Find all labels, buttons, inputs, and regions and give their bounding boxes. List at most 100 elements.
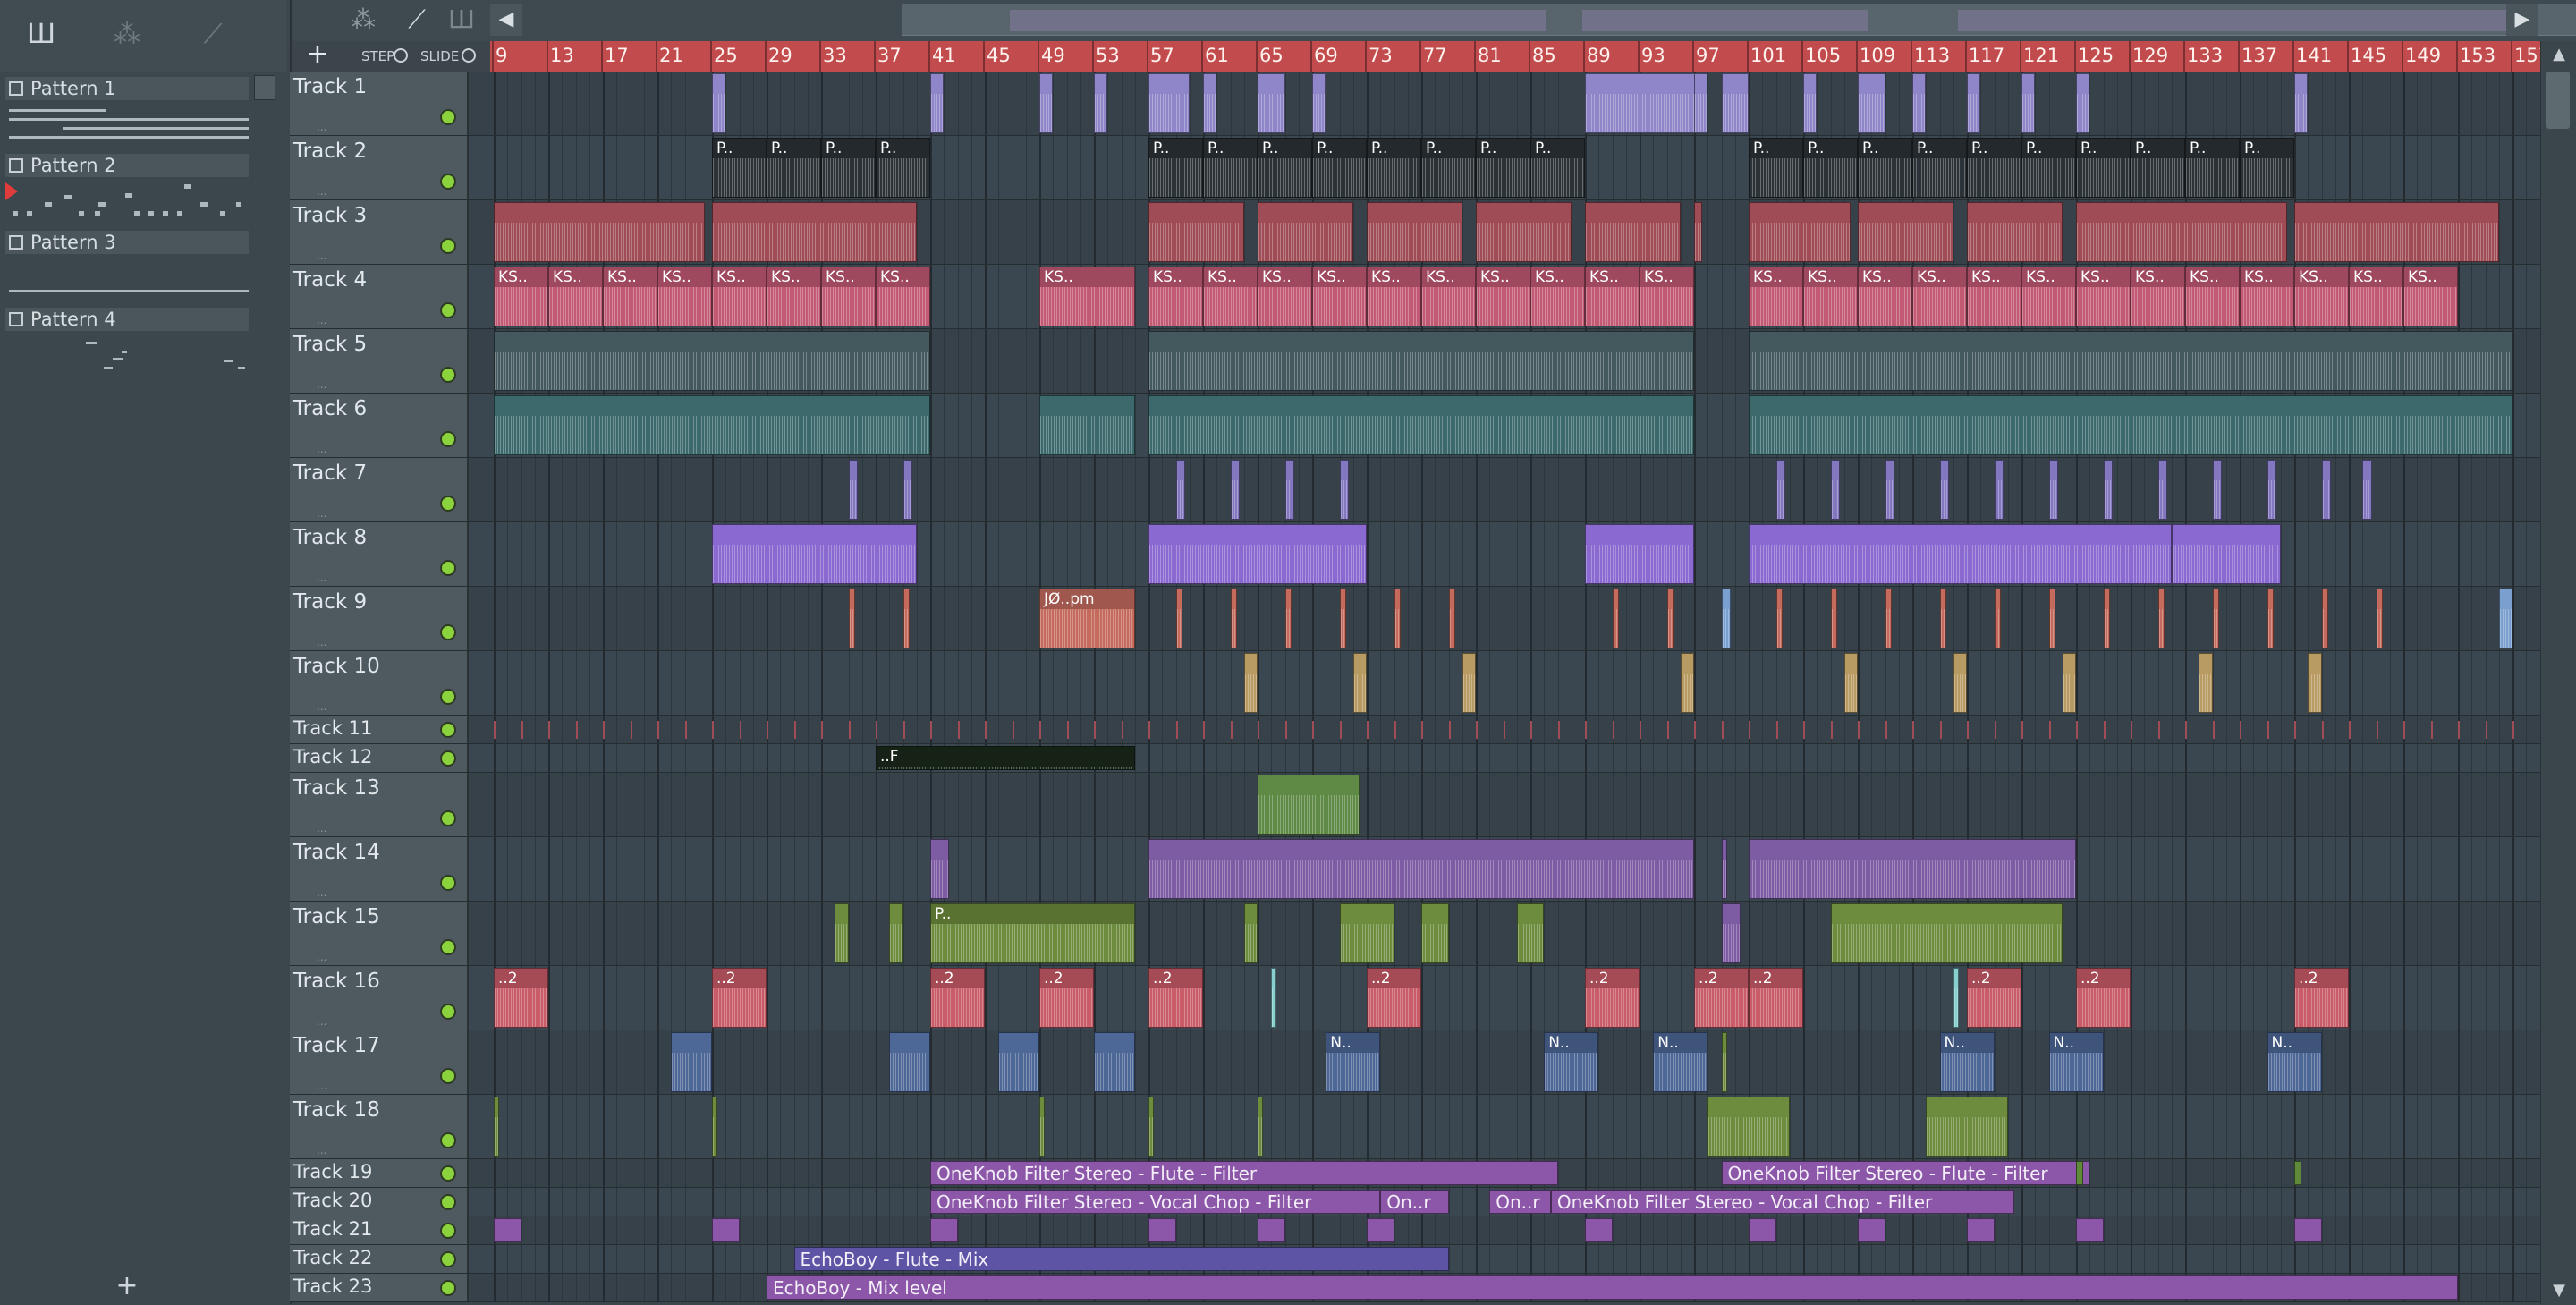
pattern-clip[interactable] (1243, 903, 1258, 963)
scroll-left-button[interactable]: ◀ (490, 4, 522, 36)
pattern-clip[interactable]: P.. (930, 903, 1135, 963)
track-lane[interactable] (469, 394, 2540, 457)
pattern-clip[interactable]: KS.. (2240, 267, 2294, 326)
pattern-clip[interactable]: P.. (1258, 138, 1312, 198)
automation-clip[interactable] (1858, 1218, 1885, 1242)
track-mute-led[interactable] (440, 238, 456, 254)
timeline-ruler[interactable]: 9 13 17 21 25 29 33 37 41 45 49 53 57 61 65 69 73 77 81 85 8… (490, 41, 2540, 72)
pattern-clip[interactable]: KS.. (876, 267, 930, 326)
automation-clip[interactable]: On..r (1489, 1190, 1551, 1214)
pattern-clip[interactable] (1680, 653, 1694, 713)
pattern-clip[interactable]: KS.. (1585, 267, 1640, 326)
pattern-clip[interactable] (1367, 202, 1462, 262)
track-header[interactable]: Track 3... (290, 200, 469, 264)
pattern-clip[interactable] (1476, 202, 1572, 262)
pattern-clip[interactable] (1312, 73, 1326, 133)
track-lane[interactable]: EchoBoy - Mix level (469, 1274, 2540, 1301)
pattern-clip[interactable] (494, 202, 706, 262)
pattern-clip[interactable] (1258, 775, 1360, 835)
track-mute-led[interactable] (440, 939, 456, 955)
pattern-clip[interactable] (1421, 903, 1449, 963)
pattern-clip[interactable] (2376, 589, 2384, 648)
track-lane[interactable] (469, 458, 2540, 521)
track-lane[interactable] (469, 837, 2540, 901)
pattern-clip[interactable]: ..2 (1367, 968, 1421, 1028)
pattern-clip[interactable] (2199, 653, 2213, 713)
pattern-clip[interactable]: KS.. (2131, 267, 2185, 326)
pattern-clip[interactable]: ..2 (494, 968, 548, 1028)
pattern-clip[interactable] (889, 903, 903, 963)
pattern-clip[interactable]: P.. (2021, 138, 2076, 198)
track-lane[interactable] (469, 522, 2540, 586)
pattern-clip[interactable]: P.. (1476, 138, 1530, 198)
pattern-clip[interactable] (1721, 903, 1741, 963)
pattern-clip[interactable] (1721, 589, 1732, 648)
scrollbar-thumb[interactable] (2546, 72, 2570, 129)
pattern-clip[interactable] (1148, 839, 1694, 899)
track-header[interactable]: Track 14... (290, 837, 469, 901)
pattern-clip[interactable] (889, 1032, 930, 1092)
picker-scrollbar[interactable] (254, 75, 275, 100)
track-mute-led[interactable] (440, 1068, 456, 1084)
vertical-scrollbar[interactable]: ▲ ▼ (2540, 41, 2576, 1304)
pattern-clip[interactable] (1858, 73, 1885, 133)
pattern-clip[interactable]: P.. (1367, 138, 1421, 198)
pattern-clip[interactable] (2267, 589, 2275, 648)
track-lane[interactable]: P.. P.. P.. P.. P.. P.. P.. P.. P.. P.. P.. P.. P.. P… (469, 136, 2540, 199)
automation-clip[interactable]: OneKnob Filter Stereo - Flute - Filter (1721, 1161, 2090, 1185)
pattern-clip[interactable]: KS.. (1530, 267, 1585, 326)
track-mute-led[interactable] (440, 689, 456, 705)
pattern-clip[interactable]: ..2 (930, 968, 985, 1028)
track-lane[interactable] (469, 773, 2540, 836)
pattern-clip[interactable]: KS.. (657, 267, 712, 326)
pattern-clip[interactable] (2103, 460, 2114, 520)
scroll-up-icon[interactable]: ▲ (2541, 41, 2576, 68)
automation-clip[interactable] (494, 1218, 521, 1242)
pattern-clip[interactable]: ..F (876, 746, 1135, 770)
pattern-clip[interactable] (1148, 202, 1244, 262)
pattern-clip[interactable]: KS.. (1476, 267, 1530, 326)
pattern-clip[interactable] (1094, 1032, 1135, 1092)
pattern-clip[interactable] (1148, 331, 1694, 391)
track-mute-led[interactable] (440, 496, 456, 512)
pattern-clip[interactable]: P.. (1312, 138, 1367, 198)
pattern-clip[interactable]: ..2 (1148, 968, 1203, 1028)
track-mute-led[interactable] (440, 302, 456, 318)
automation-clip[interactable] (2076, 1218, 2104, 1242)
automation-clip[interactable]: OneKnob Filter Stereo - Flute - Filter (930, 1161, 1558, 1185)
pattern-clip[interactable]: KS.. (2185, 267, 2240, 326)
pattern-clip[interactable] (1749, 202, 1852, 262)
pattern-clip[interactable] (902, 589, 911, 648)
pattern-clip[interactable] (494, 395, 930, 455)
pattern-clip[interactable] (1749, 524, 2172, 584)
track-lane[interactable]: N.. N.. N.. N.. N.. N.. (469, 1030, 2540, 1094)
pattern-clip[interactable] (1803, 73, 1818, 133)
track-mute-led[interactable] (440, 109, 456, 125)
pattern-clip[interactable]: JØ..pm (1039, 589, 1135, 648)
pattern-clip[interactable]: ..2 (1039, 968, 1094, 1028)
pattern-clip[interactable] (1967, 73, 1981, 133)
pattern-clip[interactable] (1694, 202, 1703, 262)
pattern-clip[interactable]: KS.. (603, 267, 657, 326)
pattern-clip[interactable] (1258, 73, 1285, 133)
track-header[interactable]: Track 10... (290, 651, 469, 715)
pattern-clip[interactable] (1516, 903, 1545, 963)
pattern-clip[interactable] (998, 1032, 1039, 1092)
track-lane[interactable]: ..F (469, 744, 2540, 772)
track-header[interactable]: Track 5... (290, 329, 469, 393)
automation-clip[interactable] (1967, 1218, 1995, 1242)
track-header[interactable]: Track 16... (290, 966, 469, 1030)
automation-clip[interactable]: EchoBoy - Mix level (767, 1275, 2458, 1300)
pattern-clip[interactable]: P.. (1203, 138, 1258, 198)
pattern-clip[interactable] (1694, 73, 1708, 133)
pattern-clip[interactable]: N.. (1939, 1032, 1995, 1092)
pattern-clip[interactable] (835, 903, 849, 963)
pattern-clip[interactable] (1339, 589, 1347, 648)
track-lane[interactable] (469, 72, 2540, 135)
automation-icon[interactable]: ⟋ (188, 13, 238, 57)
track-header[interactable]: Track 19 (290, 1159, 469, 1187)
pattern-clip[interactable] (1585, 73, 1708, 133)
piano-icon[interactable]: Ш (16, 13, 66, 57)
track-mute-led[interactable] (440, 367, 456, 383)
track-mute-led[interactable] (440, 1165, 456, 1182)
